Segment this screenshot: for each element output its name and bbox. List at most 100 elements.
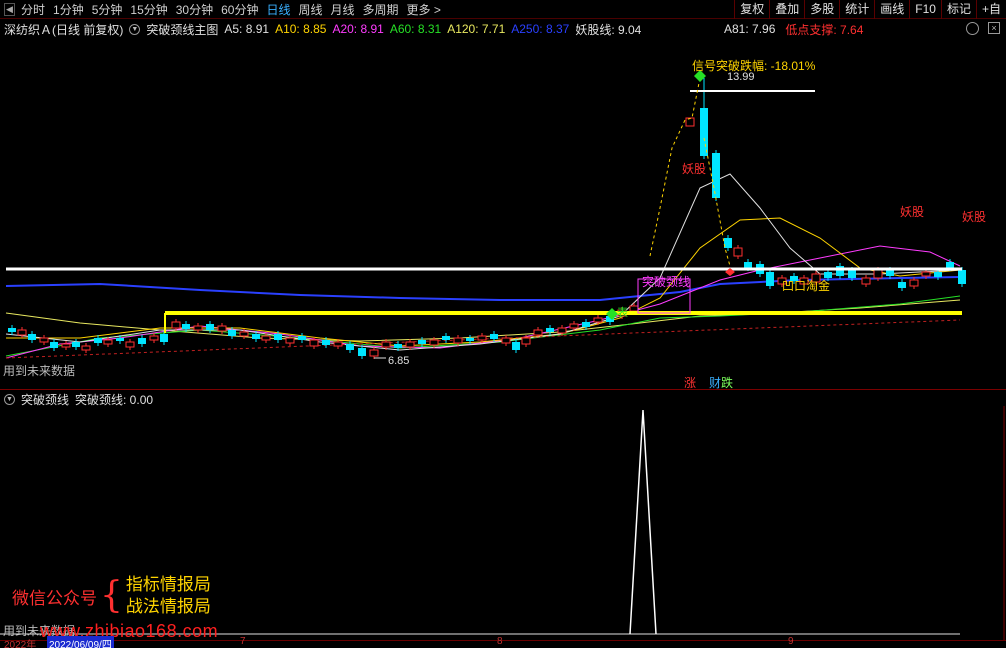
stock-name[interactable]: 深纺织Ａ [4, 21, 52, 38]
candle-body-down [824, 272, 832, 278]
candle-body-down [182, 324, 190, 329]
candle-body-up [557, 327, 567, 334]
tab-period[interactable]: 5分钟 [92, 1, 123, 18]
a81-value: A81: 7.96 [724, 22, 776, 36]
period-tabs: ◀ 分时 1分钟 5分钟 15分钟 30分钟 60分钟 日线 周线 月线 多周期… [4, 0, 449, 19]
candle-body-down [298, 336, 306, 340]
candle-body-up [629, 305, 639, 312]
candle-body-down [346, 344, 354, 350]
candle-body-up [429, 339, 439, 346]
candle-body-down [886, 270, 894, 276]
sub-legend: ▼ 突破颈线 突破颈线: 0.00 [4, 391, 159, 407]
axis-year-label: 2022年 [4, 640, 37, 648]
chart-overlays [6, 70, 962, 359]
tab-period[interactable]: 15分钟 [130, 1, 167, 18]
axis-month-label: 7 [240, 636, 246, 647]
candle-body-up [861, 277, 871, 285]
candle-body-down [394, 344, 402, 348]
candle-body-down [898, 282, 906, 288]
axis-month-label: 9 [788, 636, 794, 647]
breakout-neckline-label: 突破颈线 [642, 274, 690, 289]
candlesticks [8, 78, 966, 359]
candle-body-down [934, 272, 942, 277]
candle-body-down [322, 340, 330, 345]
candle-body-down [94, 338, 102, 343]
yaogu-label: 妖股 [900, 205, 924, 219]
f10-button[interactable]: F10 [909, 0, 941, 19]
tab-period[interactable]: 多周期 [363, 1, 399, 18]
overlay-button[interactable]: 叠加 [769, 0, 804, 19]
candle-body-down [744, 262, 752, 268]
candle-body-up [921, 271, 931, 277]
tab-period[interactable]: 分时 [21, 1, 45, 18]
candle-body-up [125, 341, 135, 348]
tab-period[interactable]: 周线 [298, 1, 322, 18]
candle-body-up [501, 337, 511, 344]
candle-body-down [116, 338, 124, 341]
wechat-label: 微信公众号 [12, 588, 97, 608]
tool-buttons: 复权 叠加 多股 统计 画线 F10 标记 +自 [734, 0, 1006, 19]
candle-body-up [405, 341, 415, 348]
ma-lines [5, 173, 961, 359]
axis-cursor-date: 2022/06/09/四 [47, 636, 114, 648]
multi-stock-button[interactable]: 多股 [804, 0, 839, 19]
candle-body-up [285, 337, 295, 344]
tab-period[interactable]: 60分钟 [221, 1, 258, 18]
candle-body-down [28, 334, 36, 340]
support-value: 低点支撑: 7.64 [785, 22, 864, 37]
main-kline-chart[interactable]: 信号突破 跌幅: -18.01% 13.99 6.85 妖股 妖股 妖股 突破颈… [0, 38, 1006, 388]
candle-body-up [217, 325, 227, 332]
low-price-label: 6.85 [388, 355, 409, 367]
candle-body-down [700, 108, 708, 156]
statistics-button[interactable]: 统计 [839, 0, 874, 19]
die-label: 跌 [721, 376, 734, 390]
main-legend-right: A81: 7.96 低点支撑: 7.64 [724, 20, 873, 38]
ma-value: A60: 8.31 [389, 22, 442, 36]
candle-body-down [712, 153, 720, 198]
ma-value: 妖股线: 9.04 [575, 22, 642, 37]
candle-body-up [369, 349, 379, 357]
ma-value: A5: 8.91 [224, 22, 270, 36]
indicator-name[interactable]: 突破颈线主图 [146, 21, 218, 38]
candle-body-down [546, 328, 554, 332]
candle-body-down [766, 272, 774, 286]
candle-body-up [261, 335, 271, 341]
tab-period-active[interactable]: 日线 [266, 1, 290, 18]
candle-body-down [946, 262, 954, 268]
back-arrow-icon[interactable]: ◀ [4, 3, 15, 16]
cai-label: 财 [709, 376, 722, 390]
indicator-toggle-icon[interactable]: ▼ [129, 23, 141, 35]
tab-more[interactable]: 更多 > [407, 1, 441, 18]
candle-body-up [569, 323, 579, 329]
sub-indicator-name[interactable]: 突破颈线 [21, 391, 69, 408]
main-legend: 深纺织Ａ (日线 前复权) ▼ 突破颈线主图 A5: 8.91 A10: 8.8… [4, 20, 647, 38]
candle-body-up [333, 341, 343, 347]
settings-gear-icon[interactable] [966, 22, 979, 35]
ma120-line [5, 299, 961, 342]
restore-rights-button[interactable]: 复权 [734, 0, 769, 19]
tab-period[interactable]: 月线 [331, 1, 355, 18]
candle-body-down [8, 328, 16, 332]
candle-body-down [582, 322, 590, 327]
wechat-banner: 微信公众号 { 指标情报局 战法情报局 [12, 573, 211, 619]
candle-body-down [206, 324, 214, 330]
high-price-label: 13.99 [727, 71, 755, 83]
close-panel-icon[interactable]: × [988, 22, 1000, 34]
breakout-spike [629, 409, 657, 635]
future-data-note: 用到未来数据 [3, 364, 76, 378]
add-self-button[interactable]: +自 [975, 0, 1006, 19]
biao-label: 表 [617, 305, 628, 319]
candle-body-up [149, 335, 159, 341]
sub-toggle-icon[interactable]: ▼ [4, 393, 15, 405]
draw-line-button[interactable]: 画线 [874, 0, 909, 19]
candle-body-up [239, 331, 249, 337]
candle-body-down [958, 270, 966, 284]
tab-period[interactable]: 30分钟 [176, 1, 213, 18]
candle-body-down [252, 334, 260, 339]
mark-button[interactable]: 标记 [940, 0, 976, 19]
candle-body-up [533, 329, 543, 336]
period-toolbar: ◀ 分时 1分钟 5分钟 15分钟 30分钟 60分钟 日线 周线 月线 多周期… [0, 0, 1006, 19]
ma-value: A20: 8.91 [332, 22, 384, 36]
candle-body-up [17, 329, 27, 336]
tab-period[interactable]: 1分钟 [53, 1, 84, 18]
